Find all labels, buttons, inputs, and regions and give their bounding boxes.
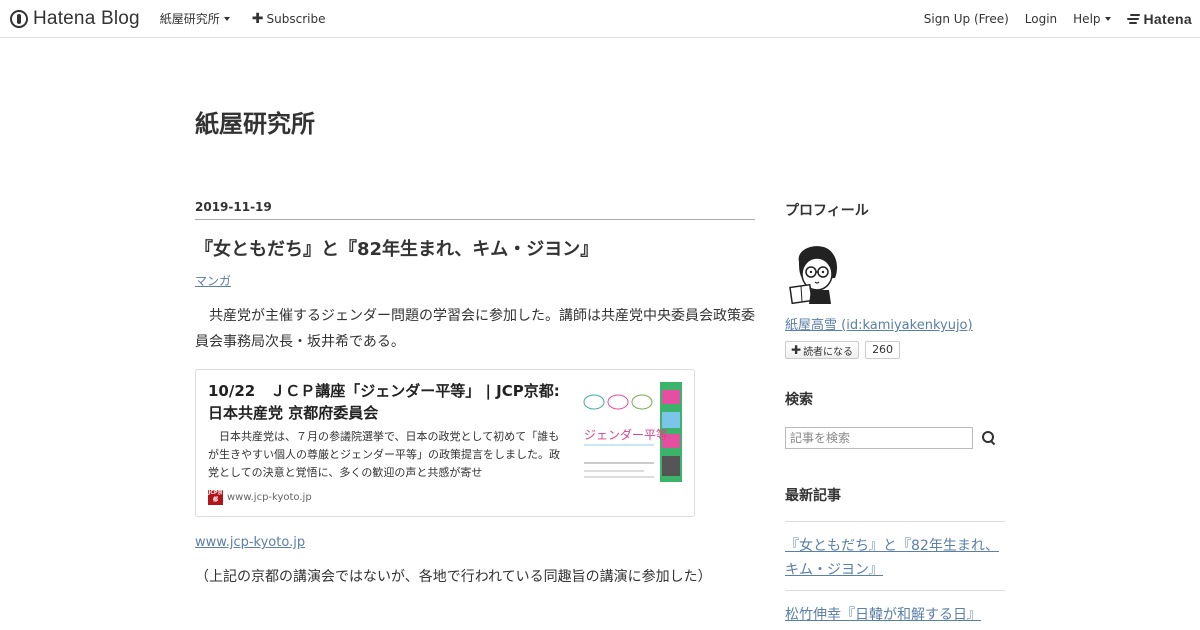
embed-card[interactable]: 10/22 ＪＣＰ講座「ジェンダー平等」 | JCP京都: 日本共産党 京都府委… xyxy=(195,369,695,517)
become-reader-label: 読者になる xyxy=(803,346,854,358)
thumb-text: ジェンダー平等 xyxy=(584,427,668,442)
profile-module-title: プロフィール xyxy=(785,203,869,219)
recent-entry-link[interactable]: 松竹伸幸『日韓が和解する日』 xyxy=(785,607,981,623)
list-item: 松竹伸幸『日韓が和解する日』 xyxy=(785,591,1005,630)
hatena-logo[interactable]: Hatena xyxy=(1126,10,1192,27)
embed-description: 日本共産党は、７月の参議院選挙で、日本の政党として初めて「誰もが生きやすい個人の… xyxy=(208,430,560,479)
caret-down-icon xyxy=(1104,16,1111,21)
entry-title[interactable]: 『女ともだち』と『82年生まれ、キム・ジヨン』 xyxy=(195,236,755,264)
plus-icon: ✚ xyxy=(791,343,802,357)
search-icon[interactable] xyxy=(981,430,997,446)
global-header-right: Sign Up (Free) Login Help Hatena xyxy=(908,0,1192,37)
hatena-blog-logo[interactable]: Hatena Blog xyxy=(10,8,140,30)
embed-source-link[interactable]: www.jcp-kyoto.jp xyxy=(195,535,305,550)
reader-row: ✚ 読者になる 260 xyxy=(785,341,1005,359)
reader-count-badge[interactable]: 260 xyxy=(865,341,901,359)
blog-name-label: 紙屋研究所 xyxy=(159,12,220,26)
profile-avatar-image xyxy=(789,246,837,305)
plus-icon: ✚ xyxy=(251,10,264,27)
subscribe-label: Subscribe xyxy=(266,11,326,26)
embed-site[interactable]: JCP京都 www.jcp-kyoto.jp xyxy=(208,490,312,505)
help-label: Help xyxy=(1073,11,1101,26)
hatena-blog-logo-icon xyxy=(10,9,28,28)
blog-name-menu[interactable]: 紙屋研究所 xyxy=(160,10,230,27)
become-reader-button[interactable]: ✚ 読者になる xyxy=(785,341,860,359)
search-input[interactable] xyxy=(785,427,973,449)
main-content: 2019-11-19 『女ともだち』と『82年生まれ、キム・ジヨン』 マンガ 共… xyxy=(195,200,755,590)
recent-entry-link[interactable]: 『女ともだち』と『82年生まれ、キム・ジヨン』 xyxy=(785,538,999,578)
recent-entries-list: 『女ともだち』と『82年生まれ、キム・ジヨン』 松竹伸幸『日韓が和解する日』 xyxy=(785,521,1005,630)
recent-module-title: 最新記事 xyxy=(785,488,841,504)
entry-date[interactable]: 2019-11-19 xyxy=(195,200,755,220)
caret-down-icon xyxy=(223,16,230,21)
global-header: Hatena Blog 紙屋研究所 ✚ Subscribe Sign Up (F… xyxy=(0,0,1200,38)
help-menu[interactable]: Help xyxy=(1073,11,1111,26)
entry-paragraph: 共産党が主催するジェンダー問題の学習会に参加した。講師は共産党中央委員会政策委員… xyxy=(195,308,755,350)
global-header-left: Hatena Blog 紙屋研究所 ✚ Subscribe xyxy=(10,0,326,37)
blog-title[interactable]: 紙屋研究所 xyxy=(195,104,315,139)
hatena-mark-icon xyxy=(1126,13,1140,25)
embed-site-url: www.jcp-kyoto.jp xyxy=(227,492,312,503)
hatena-logo-text: Hatena xyxy=(1143,10,1192,27)
sidebar: プロフィール 紙屋高雪 (id:kamiyakenkyujo) ✚ 読者になる … xyxy=(785,200,1005,630)
profile-avatar[interactable] xyxy=(785,240,845,305)
embed-thumbnail[interactable]: ジェンダー平等 xyxy=(582,382,682,482)
entry-category-link[interactable]: マンガ xyxy=(195,272,231,289)
entry-paragraph: （上記の京都の講演会ではないが、各地で行われている同趣旨の講演に参加した） xyxy=(195,569,712,585)
login-link[interactable]: Login xyxy=(1025,12,1057,26)
entry-body: 共産党が主催するジェンダー問題の学習会に参加した。講師は共産党中央委員会政策委員… xyxy=(195,303,755,590)
hatena-blog-logo-text: Hatena Blog xyxy=(33,7,140,29)
embed-thumbnail-image: ジェンダー平等 xyxy=(582,382,682,482)
subscribe-button[interactable]: ✚ Subscribe xyxy=(252,12,326,26)
search-module-title: 検索 xyxy=(785,392,813,408)
list-item: 『女ともだち』と『82年生まれ、キム・ジヨン』 xyxy=(785,521,1005,591)
search-form xyxy=(785,427,1005,449)
signup-link[interactable]: Sign Up (Free) xyxy=(924,12,1009,26)
profile-name-link[interactable]: 紙屋高雪 (id:kamiyakenkyujo) xyxy=(785,314,973,333)
embed-title[interactable]: 10/22 ＪＣＰ講座「ジェンダー平等」 | JCP京都: 日本共産党 京都府委… xyxy=(208,380,573,424)
site-favicon-icon: JCP京都 xyxy=(208,490,223,505)
